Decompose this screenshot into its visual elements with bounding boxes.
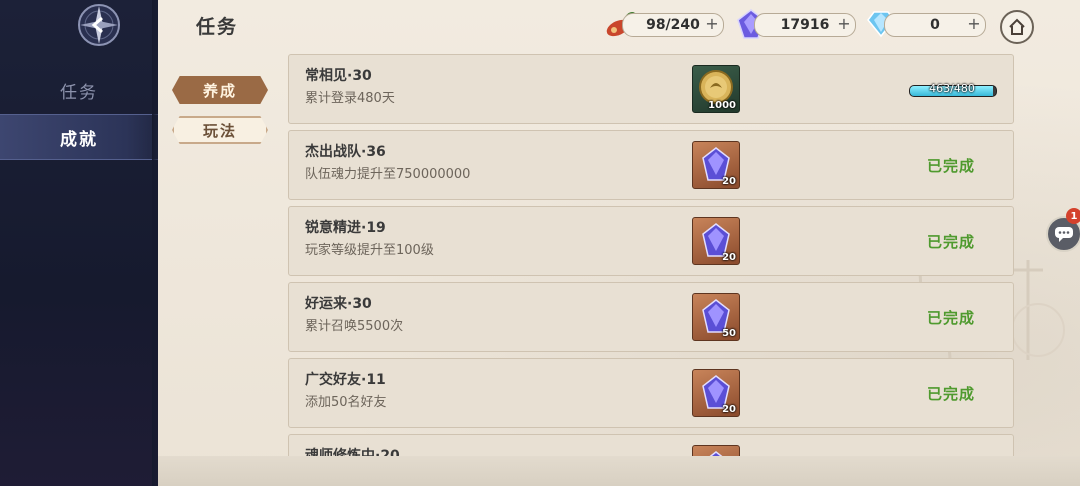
sidebar-item-achievements[interactable]: 成就 <box>0 114 158 160</box>
achievement-title: 好运来·30 <box>305 296 372 312</box>
achievement-list[interactable]: 常相见·30 累计登录480天 1000 463/480 杰出战队·36 队伍魂… <box>288 54 1016 456</box>
achievement-row: 广交好友·11 添加50名好友 20 已完成 <box>288 358 1014 428</box>
reward-count: 20 <box>722 176 736 187</box>
completed-status: 已完成 <box>927 157 976 175</box>
completed-status: 已完成 <box>927 385 976 403</box>
add-blue-diamond-button[interactable]: + <box>967 16 981 32</box>
blue-diamond-counter: 0 + <box>884 13 986 37</box>
reward-item[interactable]: 1000 <box>692 65 740 113</box>
sidebar-item-tasks[interactable]: 任务 <box>0 68 158 112</box>
blue-diamond-value: 0 <box>930 17 940 33</box>
achievement-row: 魂师修炼中·20 <box>288 434 1014 456</box>
reward-item[interactable]: 20 <box>692 217 740 265</box>
chat-notification-badge: 1 <box>1066 208 1080 224</box>
reward-count: 20 <box>722 404 736 415</box>
achievement-desc: 累计召唤5500次 <box>305 319 404 334</box>
reward-count: 20 <box>722 252 736 263</box>
reward-item[interactable] <box>692 445 740 456</box>
reward-item[interactable]: 20 <box>692 141 740 189</box>
add-stamina-button[interactable]: + <box>705 16 719 32</box>
achievement-row: 锐意精进·19 玩家等级提升至100级 20 已完成 <box>288 206 1014 276</box>
chat-bubble-icon <box>1055 227 1073 242</box>
completed-status: 已完成 <box>927 233 976 251</box>
purple-gem-value: 17916 <box>780 17 830 33</box>
achievement-desc: 队伍魂力提升至750000000 <box>305 167 471 182</box>
compass-emblem-icon[interactable] <box>70 0 128 50</box>
reward-item[interactable]: 50 <box>692 293 740 341</box>
page-title: 任务 <box>196 16 239 38</box>
stamina-counter: 98/240 + <box>622 13 724 37</box>
achievement-row: 常相见·30 累计登录480天 1000 463/480 <box>288 54 1014 124</box>
achievement-desc: 累计登录480天 <box>305 91 395 106</box>
achievement-row: 好运来·30 累计召唤5500次 50 已完成 <box>288 282 1014 352</box>
home-button[interactable] <box>1000 10 1034 44</box>
achievement-title: 常相见·30 <box>305 68 372 84</box>
home-icon <box>1009 18 1025 35</box>
achievement-title: 锐意精进·19 <box>305 220 386 236</box>
tab-gameplay[interactable]: 玩法 <box>172 116 268 144</box>
progress-text: 463/480 <box>929 82 975 95</box>
achievement-desc: 添加50名好友 <box>305 395 387 410</box>
achievement-desc: 玩家等级提升至100级 <box>305 243 434 258</box>
achievement-title: 杰出战队·36 <box>305 144 386 160</box>
achievement-row: 杰出战队·36 队伍魂力提升至750000000 20 已完成 <box>288 130 1014 200</box>
stamina-value: 98/240 <box>646 17 700 33</box>
reward-count: 1000 <box>708 100 736 111</box>
sidebar: 任务 成就 <box>0 0 164 486</box>
list-bottom-fade <box>158 456 1080 486</box>
completed-status: 已完成 <box>927 309 976 327</box>
tab-cultivation[interactable]: 养成 <box>172 76 268 104</box>
reward-item[interactable]: 20 <box>692 369 740 417</box>
reward-count: 50 <box>722 328 736 339</box>
purple-gem-counter: 17916 + <box>754 13 856 37</box>
achievement-title: 广交好友·11 <box>305 372 386 388</box>
achievement-title: 魂师修炼中·20 <box>305 448 400 456</box>
purple-crystal-icon <box>709 451 723 456</box>
add-purple-gem-button[interactable]: + <box>837 16 851 32</box>
